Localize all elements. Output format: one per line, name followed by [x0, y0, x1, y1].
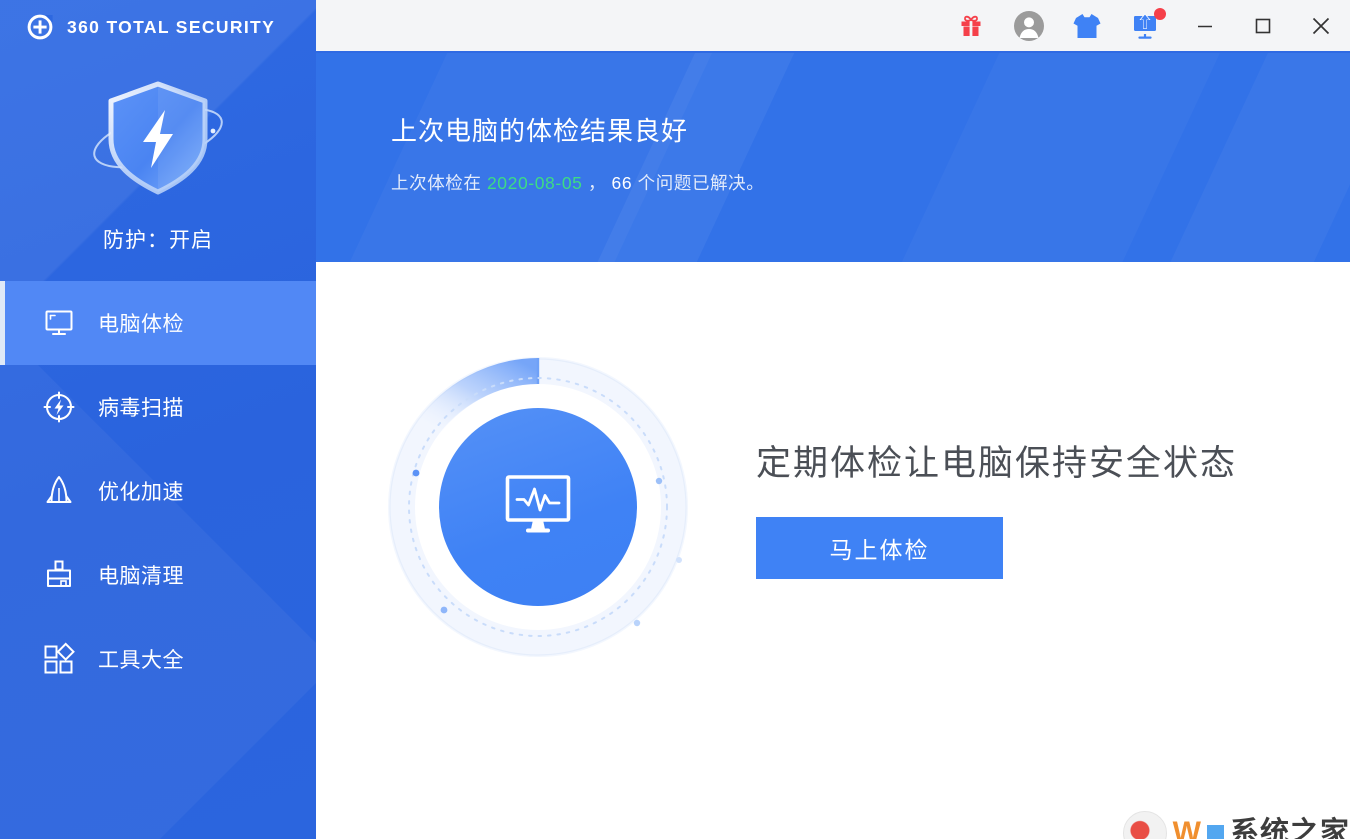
upgrade-monitor-icon[interactable] [1116, 0, 1176, 51]
close-icon[interactable] [1292, 0, 1350, 51]
banner-last-scan-date: 2020-08-05 [486, 173, 583, 193]
titlebar [316, 0, 1350, 53]
360-plus-circle-icon [25, 12, 55, 42]
sidebar-item-virus-scan[interactable]: 病毒扫描 [0, 365, 316, 449]
banner-sub-suffix: 个问题已解决。 [632, 173, 765, 193]
banner-text-block: 上次电脑的体检结果良好 上次体检在 2020-08-05 ， 66 个问题已解决… [391, 111, 764, 195]
maximize-icon[interactable] [1234, 0, 1292, 51]
watermark-text: 系统之家 [1229, 816, 1350, 839]
notification-badge [1154, 8, 1166, 20]
hero-text-block: 定期体检让电脑保持安全状态 马上体检 [756, 435, 1237, 589]
banner-subtitle: 上次体检在 2020-08-05 ， 66 个问题已解决。 [391, 170, 764, 195]
banner-decoration [866, 53, 1246, 262]
watermark-circle-icon [1122, 811, 1167, 839]
monitor-icon [42, 306, 76, 340]
shield-lightning-orbit-icon [73, 76, 243, 206]
status-banner: 上次电脑的体检结果良好 上次体检在 2020-08-05 ， 66 个问题已解决… [316, 53, 1350, 262]
scan-gauge[interactable] [388, 357, 688, 667]
sidebar-item-clean[interactable]: 电脑清理 [0, 533, 316, 617]
protection-status-block: 防护：开启 [0, 54, 316, 254]
watermark-w-letter: W [1172, 816, 1201, 839]
monitor-heartbeat-icon [503, 474, 573, 541]
banner-issue-count: 66 [611, 173, 633, 193]
banner-sub-middle: ， [582, 173, 612, 193]
sidebar-item-tools[interactable]: 工具大全 [0, 617, 316, 701]
sidebar-item-computer-checkup[interactable]: 电脑体检 [0, 281, 316, 365]
sidebar-nav: 电脑体检 病毒扫描 优化加速 电脑清理 工具大全 [0, 281, 316, 701]
rocket-icon [42, 474, 76, 508]
virus-scan-target-icon [42, 390, 76, 424]
sidebar-item-label: 病毒扫描 [98, 397, 184, 420]
brand-logo: 360 TOTAL SECURITY [0, 0, 316, 54]
brand-name: 360 TOTAL SECURITY [67, 16, 276, 37]
tshirt-skin-icon[interactable] [1058, 0, 1116, 51]
start-scan-button[interactable]: 马上体检 [756, 517, 1003, 579]
gift-icon[interactable] [942, 0, 1000, 51]
banner-sub-prefix: 上次体检在 [391, 173, 487, 193]
sidebar: 360 TOTAL SECURITY 防护：开启 电脑体检 病毒扫描 优化加速 … [0, 0, 316, 839]
watermark-square-icon [1206, 824, 1224, 839]
protection-status-label: 防护：开启 [103, 229, 213, 252]
user-avatar-icon[interactable] [1000, 0, 1058, 51]
sidebar-item-label: 电脑清理 [98, 565, 184, 588]
sidebar-item-label: 优化加速 [98, 481, 184, 504]
scan-gauge-center[interactable] [439, 408, 637, 606]
app-window: 360 TOTAL SECURITY 防护：开启 电脑体检 病毒扫描 优化加速 … [0, 0, 1350, 839]
banner-decoration [1127, 53, 1350, 262]
main-content: 定期体检让电脑保持安全状态 马上体检 W 系统之家 [316, 262, 1350, 839]
hero-section: 定期体检让电脑保持安全状态 马上体检 [316, 262, 1350, 762]
minimize-icon[interactable] [1176, 0, 1234, 51]
page-headline: 定期体检让电脑保持安全状态 [756, 444, 1238, 483]
watermark-logo: W 系统之家 [1122, 811, 1350, 839]
banner-title: 上次电脑的体检结果良好 [391, 116, 689, 146]
sidebar-item-label: 工具大全 [98, 649, 184, 672]
broom-icon [42, 558, 76, 592]
tools-grid-icon [42, 642, 76, 676]
sidebar-item-optimize[interactable]: 优化加速 [0, 449, 316, 533]
sidebar-item-label: 电脑体检 [98, 313, 184, 336]
